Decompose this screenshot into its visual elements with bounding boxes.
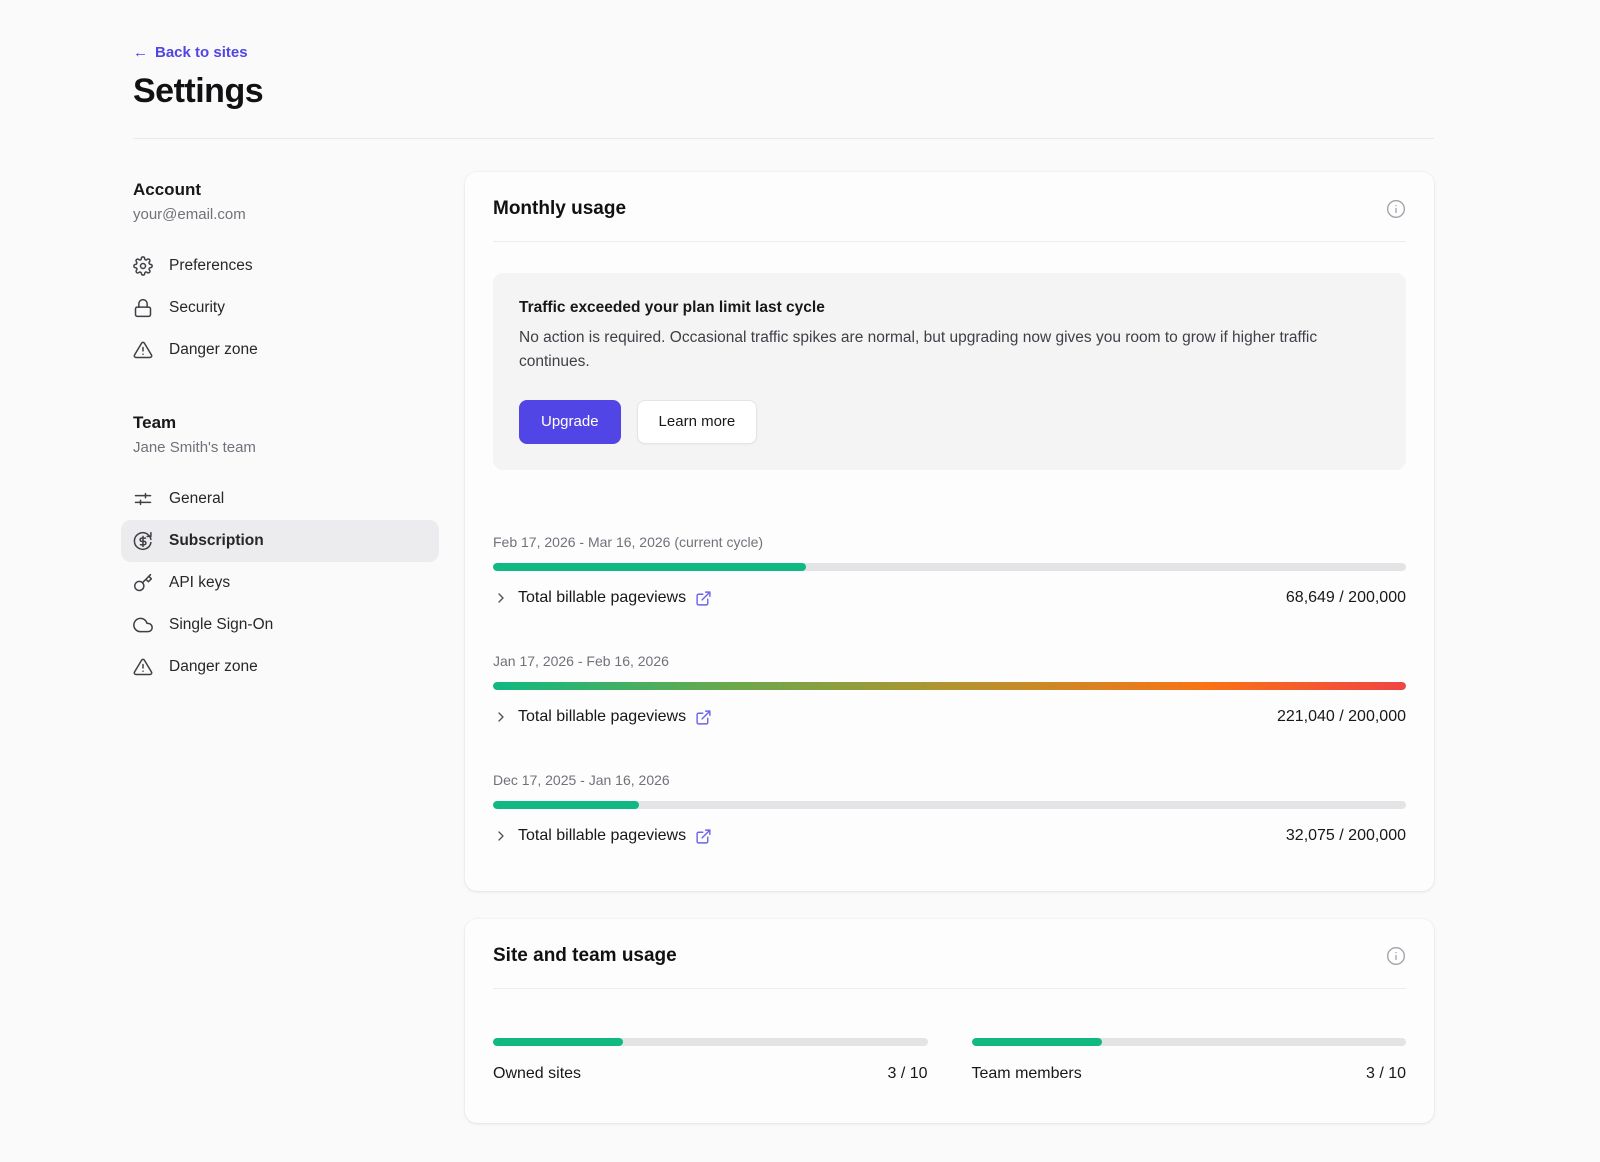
sidebar-item-label: Security	[169, 299, 225, 317]
sidebar-item-label: Single Sign-On	[169, 616, 273, 634]
owned-sites-progress-bar	[493, 1038, 928, 1046]
account-heading: Account	[133, 180, 439, 200]
key-icon	[133, 573, 153, 593]
usage-progress-bar	[493, 801, 1406, 809]
sidebar-item-subscription[interactable]: Subscription	[121, 520, 439, 562]
team-members-progress-bar	[972, 1038, 1407, 1046]
settings-page: ← Back to sites Settings Account your@em…	[0, 0, 1600, 1153]
learn-more-button[interactable]: Learn more	[637, 400, 758, 444]
account-group: Account your@email.com Preferences Secur…	[133, 180, 439, 371]
info-icon[interactable]	[1386, 199, 1406, 219]
lock-icon	[133, 298, 153, 318]
external-link-icon[interactable]	[695, 590, 712, 607]
owned-sites-value: 3 / 10	[887, 1065, 927, 1083]
pageviews-expand-row[interactable]: Total billable pageviews	[493, 589, 712, 607]
back-link-label: Back to sites	[155, 44, 248, 61]
sliders-icon	[133, 489, 153, 509]
header-divider	[133, 138, 1434, 139]
notice-title: Traffic exceeded your plan limit last cy…	[519, 299, 1380, 317]
back-to-sites-link[interactable]: ← Back to sites	[133, 44, 248, 61]
billing-cycle-older: Dec 17, 2025 - Jan 16, 2026 Total billab…	[493, 772, 1406, 845]
usage-progress-fill-overlimit	[493, 682, 1406, 690]
cycle-period: Dec 17, 2025 - Jan 16, 2026	[493, 772, 1406, 788]
cloud-icon	[133, 615, 153, 635]
team-group: Team Jane Smith's team General Subscript…	[133, 413, 439, 688]
monthly-usage-card: Monthly usage Traffic exceeded your plan…	[465, 172, 1434, 891]
external-link-icon[interactable]	[695, 709, 712, 726]
warning-triangle-icon	[133, 340, 153, 360]
team-members-progress-fill	[972, 1038, 1102, 1046]
pageviews-expand-row[interactable]: Total billable pageviews	[493, 708, 712, 726]
billing-cycles: Feb 17, 2026 - Mar 16, 2026 (current cyc…	[493, 534, 1406, 845]
notice-body: No action is required. Occasional traffi…	[519, 326, 1380, 374]
account-nav: Preferences Security Danger zone	[133, 245, 439, 371]
usage-progress-fill	[493, 801, 639, 809]
billing-cycle-previous: Jan 17, 2026 - Feb 16, 2026 Total billab…	[493, 653, 1406, 726]
settings-main: Monthly usage Traffic exceeded your plan…	[465, 172, 1434, 1123]
external-link-icon[interactable]	[695, 828, 712, 845]
sidebar-item-label: Danger zone	[169, 658, 258, 676]
sidebar-item-danger-zone-team[interactable]: Danger zone	[121, 646, 439, 688]
chevron-right-icon	[493, 709, 509, 725]
info-icon[interactable]	[1386, 946, 1406, 966]
pageviews-label: Total billable pageviews	[518, 827, 686, 845]
back-arrow-icon: ←	[133, 44, 148, 61]
sidebar-item-security[interactable]: Security	[121, 287, 439, 329]
owned-sites-label: Owned sites	[493, 1065, 581, 1083]
pageviews-value: 32,075 / 200,000	[1286, 827, 1406, 845]
sidebar-item-label: General	[169, 490, 224, 508]
gear-icon	[133, 256, 153, 276]
pageviews-label: Total billable pageviews	[518, 708, 686, 726]
cycle-period: Jan 17, 2026 - Feb 16, 2026	[493, 653, 1406, 669]
pageviews-label: Total billable pageviews	[518, 589, 686, 607]
sidebar-item-label: Danger zone	[169, 341, 258, 359]
cycle-period: Feb 17, 2026 - Mar 16, 2026 (current cyc…	[493, 534, 1406, 550]
team-members-label: Team members	[972, 1065, 1082, 1083]
sidebar-item-label: Preferences	[169, 257, 253, 275]
team-members-value: 3 / 10	[1366, 1065, 1406, 1083]
owned-sites-meter: Owned sites 3 / 10	[493, 1025, 928, 1083]
account-email: your@email.com	[133, 206, 439, 223]
billing-cycle-current: Feb 17, 2026 - Mar 16, 2026 (current cyc…	[493, 534, 1406, 607]
team-heading: Team	[133, 413, 439, 433]
traffic-exceeded-notice: Traffic exceeded your plan limit last cy…	[493, 273, 1406, 470]
pageviews-expand-row[interactable]: Total billable pageviews	[493, 827, 712, 845]
pageviews-value: 221,040 / 200,000	[1277, 708, 1406, 726]
site-team-usage-card: Site and team usage Owned sites 3 / 10	[465, 919, 1434, 1123]
settings-sidebar: Account your@email.com Preferences Secur…	[133, 172, 439, 688]
sidebar-item-single-sign-on[interactable]: Single Sign-On	[121, 604, 439, 646]
site-team-usage-title: Site and team usage	[493, 945, 677, 967]
monthly-usage-title: Monthly usage	[493, 198, 626, 220]
team-name: Jane Smith's team	[133, 439, 439, 456]
pageviews-value: 68,649 / 200,000	[1286, 589, 1406, 607]
chevron-right-icon	[493, 590, 509, 606]
card-divider	[493, 988, 1406, 989]
sidebar-item-label: Subscription	[169, 532, 264, 550]
card-divider	[493, 241, 1406, 242]
upgrade-button[interactable]: Upgrade	[519, 400, 621, 444]
sidebar-item-general[interactable]: General	[121, 478, 439, 520]
usage-progress-bar	[493, 682, 1406, 690]
usage-progress-fill	[493, 563, 806, 571]
page-title: Settings	[133, 72, 1434, 111]
team-members-meter: Team members 3 / 10	[972, 1025, 1407, 1083]
sidebar-item-label: API keys	[169, 574, 230, 592]
team-nav: General Subscription API keys	[133, 478, 439, 688]
warning-triangle-icon	[133, 657, 153, 677]
sidebar-item-danger-zone-account[interactable]: Danger zone	[121, 329, 439, 371]
owned-sites-progress-fill	[493, 1038, 623, 1046]
usage-progress-bar	[493, 563, 1406, 571]
sidebar-item-api-keys[interactable]: API keys	[121, 562, 439, 604]
sidebar-item-preferences[interactable]: Preferences	[121, 245, 439, 287]
chevron-right-icon	[493, 828, 509, 844]
dollar-refresh-icon	[133, 531, 153, 551]
